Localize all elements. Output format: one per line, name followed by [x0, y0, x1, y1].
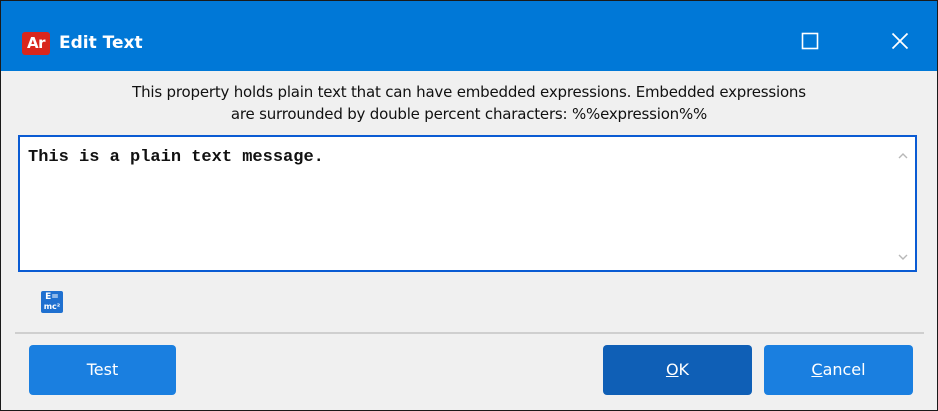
insert-expression-button[interactable]: E= mc²: [41, 291, 63, 313]
chevron-down-icon: [898, 254, 907, 260]
description-text: This property holds plain text that can …: [15, 81, 923, 125]
description-line-1: This property holds plain text that can …: [132, 83, 806, 101]
chevron-up-icon: [898, 153, 907, 159]
cancel-button-mnemonic: C: [811, 360, 823, 379]
title-bar[interactable]: Ar Edit Text: [1, 1, 937, 71]
cancel-button-label: ancel: [822, 360, 866, 379]
cancel-button[interactable]: Cancel: [764, 345, 913, 395]
ok-button[interactable]: OK: [603, 345, 752, 395]
maximize-button[interactable]: [786, 21, 834, 61]
ok-button-label: K: [678, 360, 690, 379]
text-editor[interactable]: This is a plain text message.: [18, 135, 917, 272]
edit-text-dialog: Ar Edit Text This property holds plain t…: [0, 0, 938, 411]
scroll-up-button[interactable]: [894, 147, 911, 164]
separator: [15, 332, 924, 334]
close-button[interactable]: [876, 21, 924, 61]
text-editor-value[interactable]: This is a plain text message.: [28, 147, 888, 169]
close-icon: [891, 32, 909, 50]
maximize-icon: [801, 32, 819, 50]
app-logo-icon: Ar: [22, 32, 50, 55]
ok-button-mnemonic: O: [665, 360, 679, 379]
window-title: Edit Text: [59, 33, 143, 53]
description-line-2: are surrounded by double percent charact…: [230, 105, 708, 123]
scroll-down-button[interactable]: [894, 249, 911, 266]
formula-icon-line-1: E=: [45, 292, 59, 302]
test-button[interactable]: Test: [29, 345, 176, 395]
formula-icon-line-2: mc²: [43, 302, 61, 311]
